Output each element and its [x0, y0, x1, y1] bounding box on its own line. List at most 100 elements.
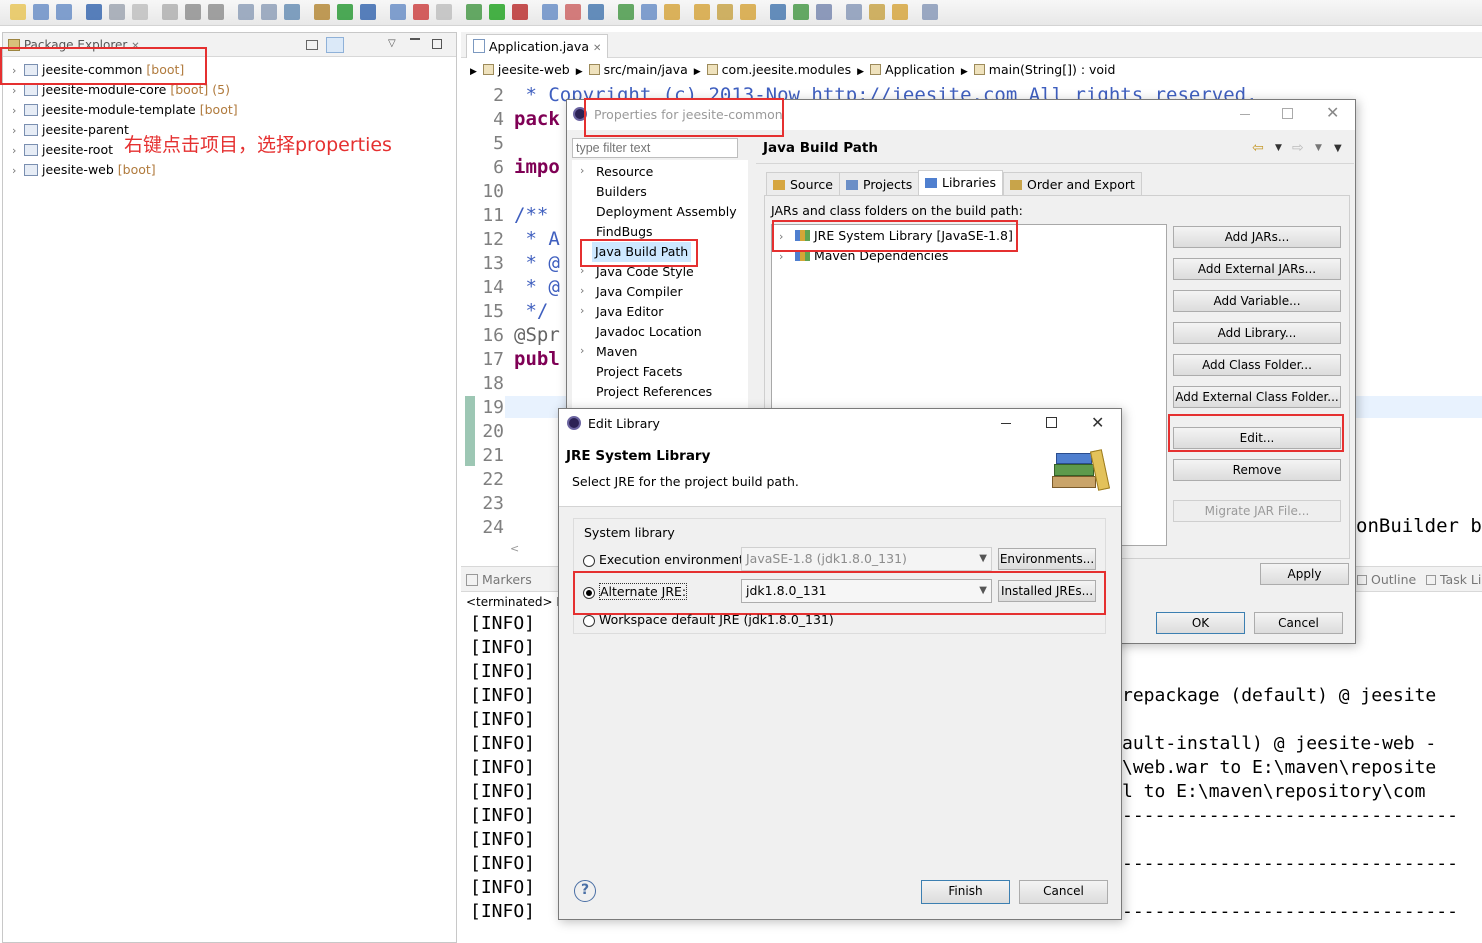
tab-order-and-export[interactable]: Order and Export [1003, 172, 1142, 196]
nav-item[interactable]: Java Editor [596, 302, 663, 322]
toolbar-button-icon[interactable] [892, 4, 908, 20]
library-button[interactable]: Add JARs... [1173, 226, 1341, 248]
maximize-icon[interactable] [410, 38, 420, 40]
nav-item[interactable]: Project Facets [596, 362, 682, 382]
restore-icon[interactable] [432, 39, 442, 49]
toolbar-button-icon[interactable] [33, 4, 49, 20]
tab-projects[interactable]: Projects [839, 172, 920, 196]
toolbar-button-icon[interactable] [922, 4, 938, 20]
breadcrumb-item[interactable]: src/main/java [604, 62, 688, 77]
chevron-right-icon[interactable]: › [580, 284, 584, 297]
chevron-down-icon[interactable]: ▼ [1315, 143, 1322, 153]
dialog-maximize-icon[interactable] [1282, 108, 1293, 119]
breadcrumb-item[interactable]: main(String[]) : void [989, 62, 1116, 77]
console-tab-tasklist[interactable]: Task Li [1426, 572, 1481, 587]
toolbar-button-icon[interactable] [846, 4, 862, 20]
minimize-icon[interactable] [306, 40, 318, 50]
project-item[interactable]: › jeesite-module-template [boot] [12, 100, 242, 120]
tab-libraries[interactable]: Libraries [918, 170, 1003, 196]
library-button[interactable]: Migrate JAR File... [1173, 500, 1341, 522]
toolbar-button-icon[interactable] [466, 4, 482, 20]
ok-button[interactable]: OK [1156, 612, 1245, 634]
toolbar-button-icon[interactable] [588, 4, 604, 20]
toolbar-button-icon[interactable] [512, 4, 528, 20]
toolbar-button-icon[interactable] [740, 4, 756, 20]
library-button[interactable]: Add Variable... [1173, 290, 1341, 312]
toolbar-button-icon[interactable] [56, 4, 72, 20]
apply-button[interactable]: Apply [1260, 563, 1349, 585]
close-icon[interactable]: ✕ [593, 43, 601, 54]
toolbar-button-icon[interactable] [208, 4, 224, 20]
chevron-right-icon[interactable]: › [580, 304, 584, 317]
toolbar-button-icon[interactable] [238, 4, 254, 20]
chevron-right-icon[interactable]: › [580, 344, 584, 357]
dialog-maximize-icon[interactable] [1046, 417, 1057, 428]
cancel-button[interactable]: Cancel [1254, 612, 1343, 634]
toolbar-button-icon[interactable] [694, 4, 710, 20]
view-menu-icon[interactable]: ▼ [1334, 143, 1342, 154]
execution-env-radio[interactable]: Execution environment: [583, 552, 748, 567]
toolbar-button-icon[interactable] [770, 4, 786, 20]
toolbar-button-icon[interactable] [816, 4, 832, 20]
toolbar-button-icon[interactable] [390, 4, 406, 20]
toolbar-button-icon[interactable] [618, 4, 634, 20]
toolbar-button-icon[interactable] [185, 4, 201, 20]
nav-item[interactable]: Java Compiler [596, 282, 683, 302]
toolbar-button-icon[interactable] [436, 4, 452, 20]
project-item[interactable]: › jeesite-web [boot] [12, 160, 160, 180]
console-tab-markers[interactable]: Markers [466, 572, 532, 587]
back-icon[interactable]: ⇦ [1252, 140, 1264, 156]
nav-item[interactable]: Project References [596, 382, 712, 402]
library-button[interactable]: Add External JARs... [1173, 258, 1341, 280]
execution-env-select[interactable]: JavaSE-1.8 (jdk1.8.0_131) ▼ [741, 547, 992, 571]
nav-item[interactable]: Builders [596, 182, 647, 202]
chevron-right-icon[interactable]: › [580, 164, 584, 177]
chevron-down-icon[interactable]: ▼ [1275, 143, 1282, 153]
edit-library-cancel-button[interactable]: Cancel [1019, 880, 1108, 904]
library-button[interactable]: Add External Class Folder... [1173, 386, 1341, 408]
project-item[interactable]: › jeesite-root [12, 140, 121, 160]
view-menu-icon[interactable]: ▽ [388, 38, 396, 49]
toolbar-button-icon[interactable] [413, 4, 429, 20]
toolbar-button-icon[interactable] [869, 4, 885, 20]
toolbar-button-icon[interactable] [261, 4, 277, 20]
link-editor-icon[interactable] [326, 37, 344, 53]
nav-item[interactable]: Resource [596, 162, 653, 182]
library-button[interactable]: Add Library... [1173, 322, 1341, 344]
toolbar-button-icon[interactable] [109, 4, 125, 20]
toolbar-button-icon[interactable] [565, 4, 581, 20]
toolbar-button-icon[interactable] [641, 4, 657, 20]
dialog-close-icon[interactable]: ✕ [1326, 103, 1339, 122]
toolbar-button-icon[interactable] [284, 4, 300, 20]
finish-button[interactable]: Finish [921, 880, 1010, 904]
toolbar-button-icon[interactable] [162, 4, 178, 20]
dialog-minimize-icon[interactable] [1240, 114, 1250, 115]
project-item[interactable]: › jeesite-parent [12, 120, 137, 140]
breadcrumb-item[interactable]: Application [885, 62, 955, 77]
console-tab-outline[interactable]: Outline [1357, 572, 1416, 587]
toolbar-button-icon[interactable] [717, 4, 733, 20]
toolbar-button-icon[interactable] [664, 4, 680, 20]
nav-item[interactable]: Maven [596, 342, 637, 362]
editor-scrollbar[interactable]: < [510, 542, 560, 556]
toolbar-button-icon[interactable] [337, 4, 353, 20]
toolbar-button-icon[interactable] [489, 4, 505, 20]
workspace-default-radio[interactable]: Workspace default JRE (jdk1.8.0_131) [583, 612, 834, 627]
library-button[interactable]: Add Class Folder... [1173, 354, 1341, 376]
nav-item[interactable]: Deployment Assembly [596, 202, 737, 222]
toolbar-button-icon[interactable] [10, 4, 26, 20]
toolbar-button-icon[interactable] [793, 4, 809, 20]
help-icon[interactable]: ? [574, 880, 596, 902]
breadcrumb-item[interactable]: com.jeesite.modules [722, 62, 851, 77]
dialog-minimize-icon[interactable] [1001, 423, 1011, 424]
toolbar-button-icon[interactable] [314, 4, 330, 20]
environments-button[interactable]: Environments... [998, 548, 1096, 570]
toolbar-button-icon[interactable] [132, 4, 148, 20]
tab-source[interactable]: Source [766, 172, 840, 196]
toolbar-button-icon[interactable] [86, 4, 102, 20]
library-button[interactable]: Remove [1173, 459, 1341, 481]
filter-input[interactable] [572, 138, 738, 158]
forward-icon[interactable]: ⇨ [1292, 140, 1304, 156]
toolbar-button-icon[interactable] [360, 4, 376, 20]
breadcrumb-item[interactable]: jeesite-web [498, 62, 570, 77]
